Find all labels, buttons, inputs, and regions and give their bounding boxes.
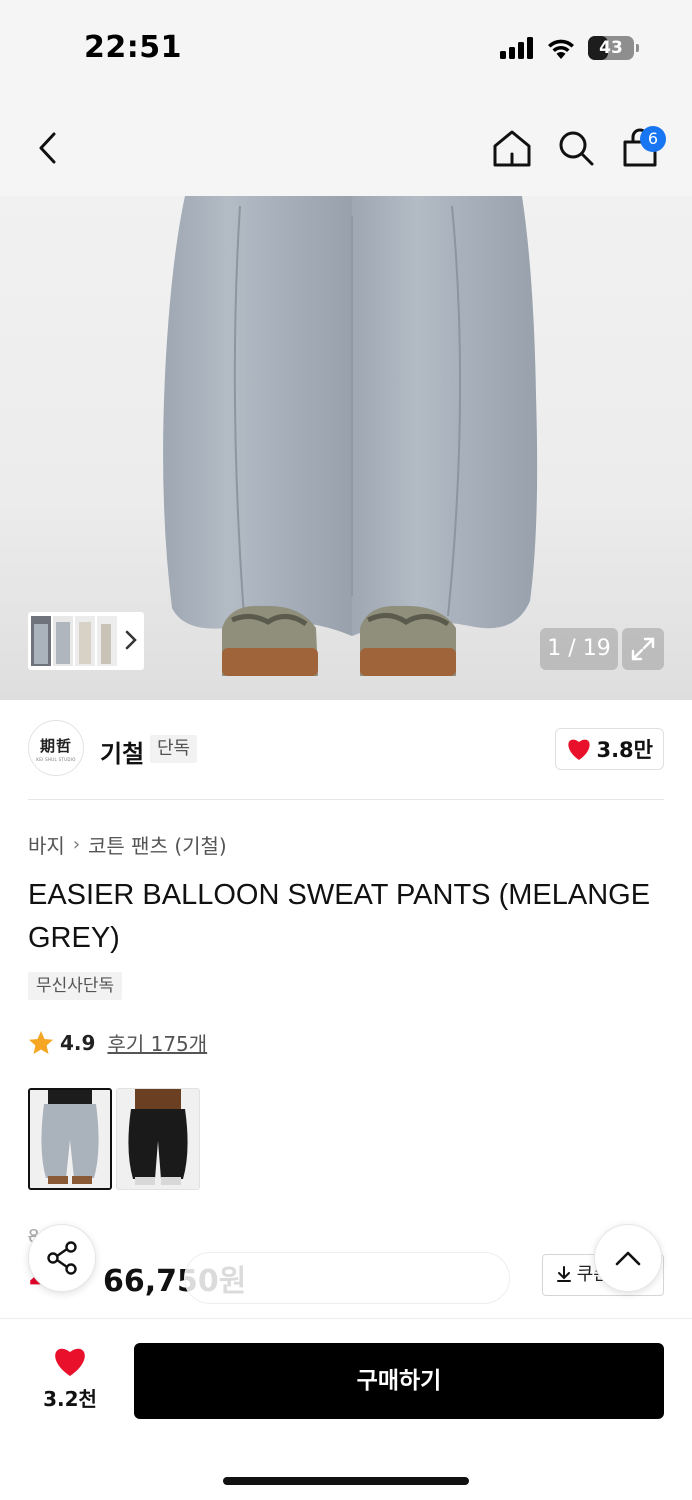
color-option-black[interactable] bbox=[116, 1088, 200, 1190]
promo-banner[interactable] bbox=[184, 1252, 510, 1304]
color-options bbox=[28, 1088, 200, 1190]
chevron-up-icon bbox=[615, 1251, 641, 1266]
heart-icon bbox=[568, 739, 591, 760]
home-indicator[interactable] bbox=[223, 1477, 469, 1485]
fullscreen-button[interactable] bbox=[622, 628, 664, 670]
thumbnail-image bbox=[31, 616, 51, 666]
wishlist-count: 3.2천 bbox=[43, 1387, 97, 1411]
thumbnail-image bbox=[75, 616, 95, 666]
review-link[interactable]: 후기 175개 bbox=[107, 1028, 207, 1057]
cart-button[interactable]: 6 bbox=[614, 122, 666, 174]
wifi-icon bbox=[548, 39, 574, 59]
heart-icon bbox=[55, 1348, 85, 1376]
thumbnail-image bbox=[97, 616, 117, 666]
wishlist-button[interactable]: 3.2천 bbox=[28, 1345, 112, 1415]
brand-like-count: 3.8만 bbox=[596, 738, 653, 762]
breadcrumb: 바지 › 코튼 팬츠 (기철) bbox=[28, 830, 227, 859]
product-image-gallery[interactable]: 1 / 19 bbox=[0, 196, 692, 700]
brand-logo-text: 期哲 bbox=[39, 736, 72, 755]
top-nav-bar: 6 bbox=[0, 100, 692, 196]
brand-like-button[interactable]: 3.8만 bbox=[555, 728, 664, 770]
divider bbox=[28, 799, 664, 800]
chevron-right-icon bbox=[125, 630, 137, 650]
brand-logo[interactable]: 期哲 KEI SHUL STUDIO bbox=[28, 720, 84, 776]
battery-percent: 43 bbox=[599, 38, 623, 58]
brand-logo-subtext: KEI SHUL STUDIO bbox=[36, 756, 76, 762]
breadcrumb-subcategory[interactable]: 코튼 팬츠 (기철) bbox=[88, 830, 227, 859]
share-button[interactable] bbox=[28, 1224, 96, 1292]
scroll-top-button[interactable] bbox=[594, 1224, 662, 1292]
color-option-image bbox=[30, 1090, 110, 1188]
home-icon bbox=[493, 130, 531, 167]
chevron-right-icon: › bbox=[72, 834, 81, 855]
search-button[interactable] bbox=[550, 122, 602, 174]
status-icons: 43 bbox=[500, 36, 639, 60]
brand-name[interactable]: 기철 bbox=[100, 734, 144, 769]
download-icon bbox=[557, 1266, 571, 1282]
color-option-grey[interactable] bbox=[28, 1088, 112, 1190]
product-title: EASIER BALLOON SWEAT PANTS (MELANGE GREY… bbox=[28, 879, 651, 954]
brand-exclusive-badge: 단독 bbox=[150, 735, 198, 763]
image-thumbnail-strip[interactable] bbox=[28, 612, 144, 670]
bottom-action-bar: 3.2천 구매하기 bbox=[0, 1318, 692, 1500]
chevron-left-icon bbox=[39, 132, 56, 164]
color-option-image bbox=[117, 1089, 199, 1189]
cart-count-badge: 6 bbox=[640, 126, 666, 152]
buy-button[interactable]: 구매하기 bbox=[134, 1343, 664, 1419]
brand-row: 期哲 KEI SHUL STUDIO 기철 단독 3.8만 bbox=[28, 720, 664, 780]
share-icon bbox=[47, 1241, 77, 1275]
status-time: 22:51 bbox=[84, 30, 182, 65]
battery-icon: 43 bbox=[588, 36, 639, 60]
home-button[interactable] bbox=[486, 122, 538, 174]
exclusive-tag: 무신사단독 bbox=[28, 972, 123, 1000]
signal-icon bbox=[500, 37, 533, 59]
status-bar: 22:51 43 bbox=[0, 0, 692, 100]
rating-row: 4.9 후기 175개 bbox=[28, 1028, 207, 1057]
image-counter: 1 / 19 bbox=[540, 628, 618, 670]
back-button[interactable] bbox=[22, 122, 74, 174]
star-icon bbox=[29, 1030, 53, 1054]
rating-value: 4.9 bbox=[60, 1030, 96, 1055]
thumbnail-image bbox=[53, 616, 73, 666]
breadcrumb-category[interactable]: 바지 bbox=[28, 830, 65, 859]
expand-icon bbox=[631, 637, 655, 661]
search-icon bbox=[559, 131, 594, 166]
